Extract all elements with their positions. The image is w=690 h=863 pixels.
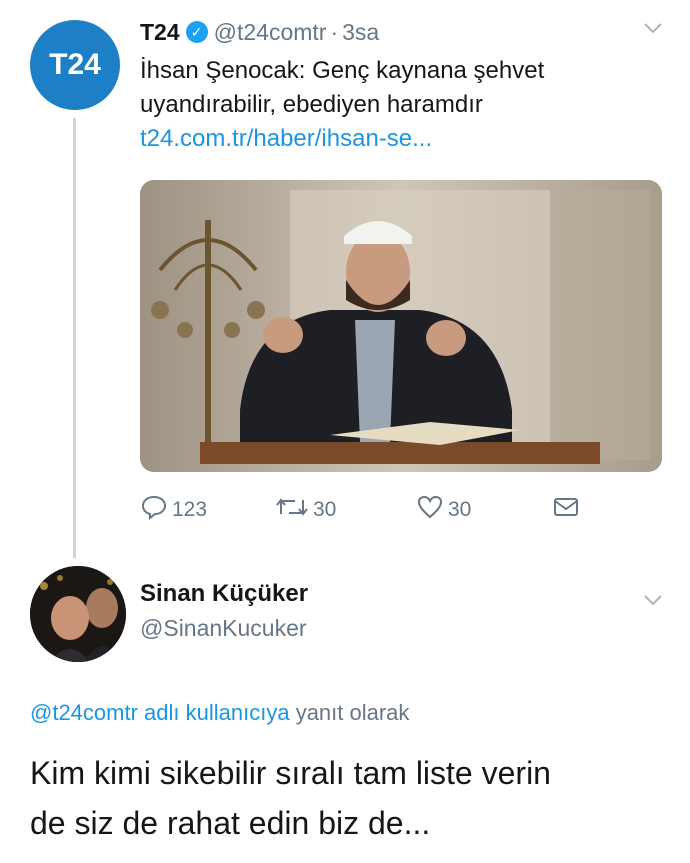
tweet-actions: 123 30 30 (140, 494, 590, 526)
media-photo (140, 180, 662, 472)
tweet-link[interactable]: t24.com.tr/haber/ihsan-se... (140, 122, 660, 156)
like-button[interactable]: 30 (416, 494, 471, 526)
avatar-logo-text: T24 (49, 48, 101, 81)
verified-badge-icon: ✓ (185, 21, 208, 43)
retweet-count: 30 (313, 498, 337, 521)
reply-count: 123 (172, 498, 208, 521)
reply-text-line: de siz de rahat edin biz de... (30, 805, 431, 841)
tweet-text: İhsan Şenocak: Genç kaynana şehvet uyand… (140, 54, 660, 156)
thread-connector (73, 118, 76, 558)
reply-text: Kim kimi sikebilir sıralı tam liste veri… (30, 748, 670, 848)
reply-icon (140, 494, 172, 526)
avatar[interactable]: T24 (30, 20, 120, 110)
reply-text-line: Kim kimi sikebilir sıralı tam liste veri… (30, 755, 551, 791)
separator: · (330, 18, 339, 45)
reply-author-name[interactable]: Sinan Küçüker (140, 580, 308, 608)
chevron-down-icon[interactable] (642, 16, 664, 42)
author-handle[interactable]: @t24comtr (214, 19, 327, 46)
avatar-photo (30, 566, 126, 662)
reply-button[interactable]: 123 (140, 494, 207, 526)
tweet-text-line: İhsan Şenocak: Genç kaynana şehvet (140, 57, 545, 84)
reply-context: @t24comtr adlı kullanıcıya yanıt olarak (30, 700, 409, 726)
dm-button[interactable] (552, 494, 584, 526)
heart-icon (416, 494, 448, 526)
reply-author-handle[interactable]: @SinanKucuker (140, 615, 307, 642)
tweet-header: T24 ✓ @t24comtr · 3sa (140, 16, 379, 48)
reply-to-mention[interactable]: @t24comtr adlı kullanıcıya (30, 700, 290, 725)
chevron-down-icon[interactable] (642, 588, 664, 614)
tweet-time[interactable]: 3sa (342, 19, 379, 46)
retweet-button[interactable]: 30 (275, 494, 336, 526)
tweet-text-line: uyandırabilir, ebediyen haramdır (140, 91, 483, 118)
like-count: 30 (448, 498, 472, 521)
tweet-media-image[interactable] (140, 180, 662, 472)
author-name[interactable]: T24 (140, 19, 180, 46)
reply-to-suffix: yanıt olarak (295, 700, 410, 725)
retweet-icon (275, 494, 313, 526)
envelope-icon (552, 494, 584, 526)
avatar[interactable] (30, 566, 126, 662)
